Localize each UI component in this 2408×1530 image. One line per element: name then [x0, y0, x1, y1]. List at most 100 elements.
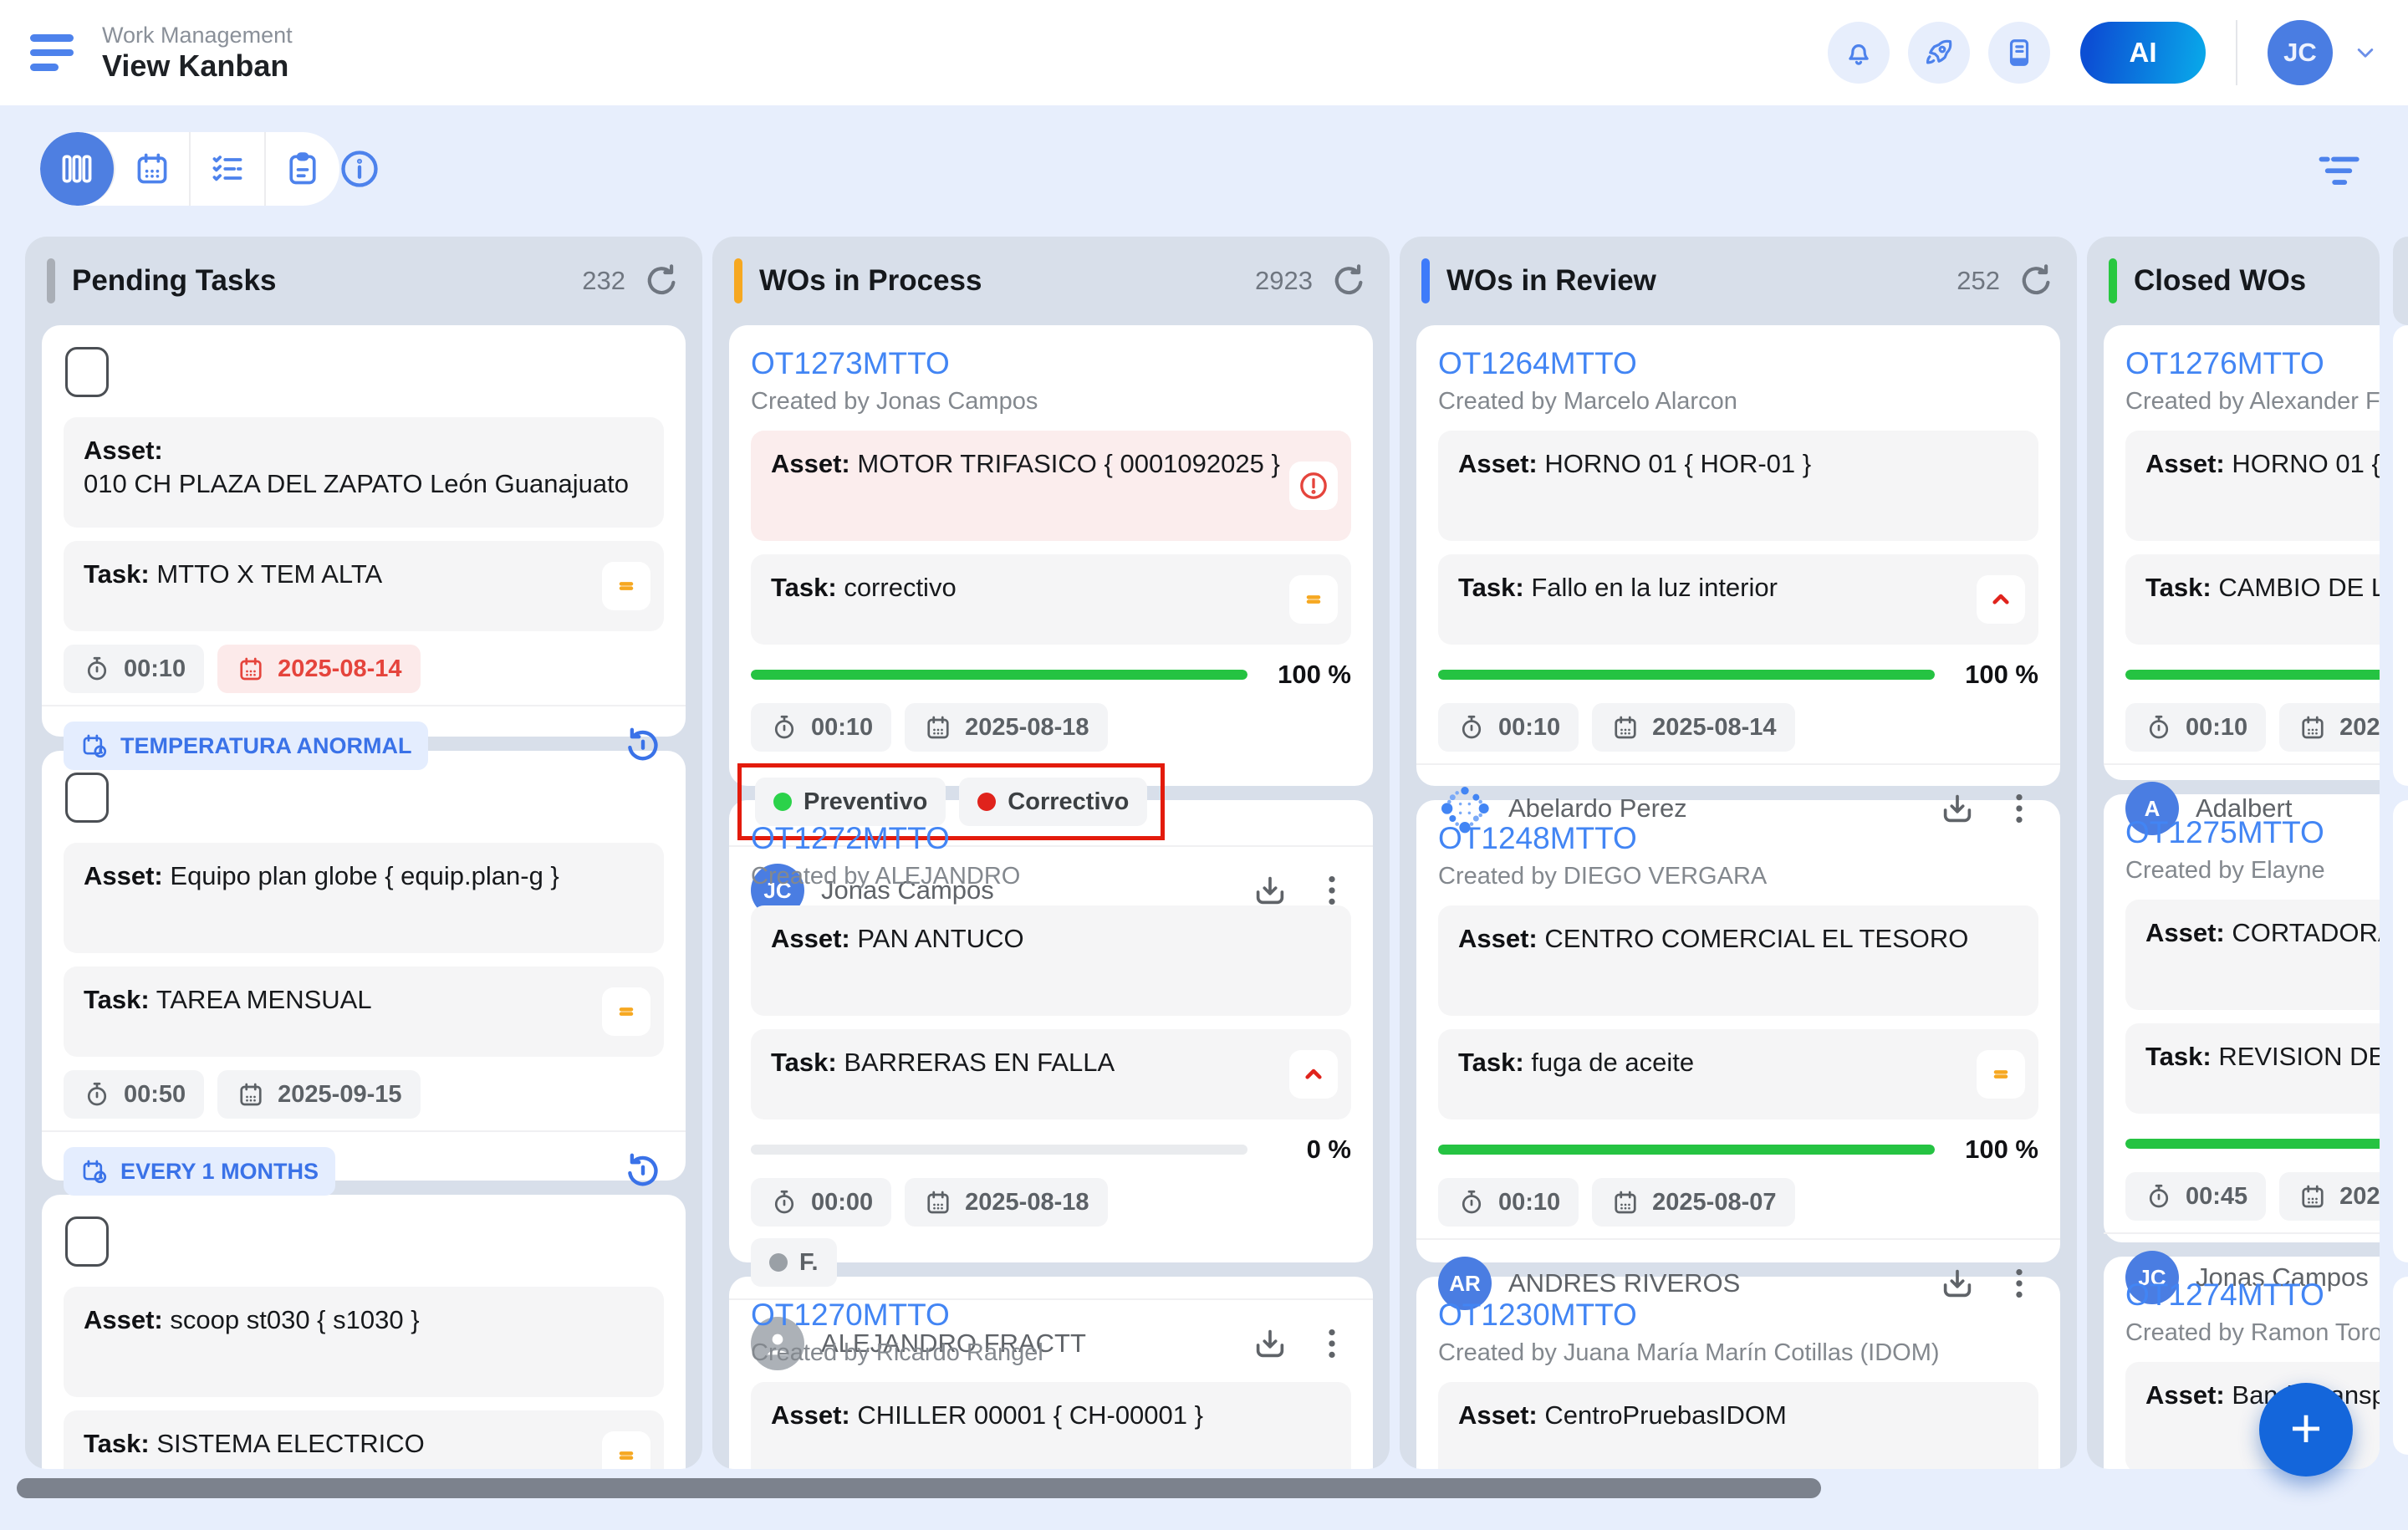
workorder-link[interactable]: OT1273MTTO — [751, 345, 1351, 382]
workorder-link[interactable]: OT1274MTTO — [2125, 1277, 2380, 1313]
asset-value: 010 CH PLAZA DEL ZAPATO León Guanajuato — [84, 469, 629, 498]
workorder-card[interactable]: OT1264MTTO Created by Marcelo Alarcon As… — [1416, 325, 2060, 786]
priority-medium-icon — [602, 987, 650, 1036]
asset-field: Asset: CENTRO COMERCIAL EL TESORO — [1438, 905, 2038, 1016]
horizontal-scrollbar[interactable] — [17, 1478, 1821, 1498]
workorder-card[interactable]: OT1273MTTO Created by Jonas Campos Asset… — [729, 325, 1373, 786]
history-icon — [622, 725, 664, 767]
info-icon — [338, 147, 381, 191]
kanban-board: Pending Tasks 232 Asset: 010 CH PLAZA DE… — [0, 237, 2408, 1469]
history-button[interactable] — [622, 1150, 664, 1192]
gray-dot-icon — [769, 1253, 788, 1272]
notifications-button[interactable] — [1828, 22, 1890, 84]
calendar-clock-icon — [80, 732, 109, 760]
workorder-link[interactable]: OT1270MTTO — [751, 1297, 1351, 1334]
asset-value: scoop st030 { s1030 } — [170, 1305, 419, 1334]
tab-list-view[interactable] — [191, 132, 266, 206]
asset-value: HORNO 01 { HOR-01 } — [1544, 449, 1811, 478]
created-by: Created by Alexander Fuente — [2125, 385, 2380, 417]
chevron-down-icon — [2351, 38, 2380, 67]
tab-calendar-view[interactable] — [115, 132, 191, 206]
created-by: Created by Ricardo Rangel — [751, 1337, 1351, 1369]
page-heading: Work Management View Kanban — [102, 22, 293, 84]
add-workorder-fab[interactable]: + — [2259, 1383, 2353, 1476]
task-field: Task: Fallo en la luz interior — [1438, 554, 2038, 645]
task-checkbox[interactable] — [65, 1216, 109, 1267]
refresh-button[interactable] — [642, 262, 681, 300]
workorder-link[interactable]: OT1264MTTO — [1438, 345, 2038, 382]
tab-worksheet-view[interactable] — [266, 132, 339, 206]
refresh-icon — [642, 262, 681, 300]
info-button[interactable] — [338, 147, 381, 191]
created-by: Created by Jonas Campos — [751, 385, 1351, 417]
workorder-card[interactable]: OT1276MTTO Created by Alexander Fuente A… — [2104, 325, 2380, 780]
tab-kanban-view[interactable] — [40, 132, 115, 206]
task-value: Fallo en la luz interior — [1531, 573, 1778, 602]
workorder-link[interactable]: OT1248MTTO — [1438, 820, 2038, 857]
view-switcher — [40, 132, 339, 206]
hamburger-menu-icon[interactable] — [30, 34, 79, 71]
notes-button[interactable] — [1988, 22, 2050, 84]
progress-value: 100 % — [1269, 660, 1351, 690]
column-title: Pending Tasks — [72, 264, 276, 298]
priority-medium-icon — [1977, 1050, 2025, 1099]
divider — [2236, 20, 2237, 85]
column-closed-wos: Closed WOs OT1276MTTO Created by Alexand… — [2087, 237, 2380, 1469]
workorder-card[interactable]: OT1248MTTO Created by DIEGO VERGARA Asse… — [1416, 800, 2060, 1262]
stopwatch-icon — [1457, 712, 1487, 742]
card-footer: EVERY 1 MONTHS — [42, 1130, 686, 1196]
due-date-chip: 2025-08-14 — [217, 645, 420, 693]
workorder-link[interactable]: OT1276MTTO — [2125, 345, 2380, 382]
asset-value: CORTADORA DE C — [2232, 918, 2380, 947]
due-date-chip: 2025-08-18 — [905, 1178, 1107, 1227]
column-header: Pending Tasks 232 — [25, 237, 702, 325]
duration-chip: 00:45 — [2125, 1172, 2266, 1221]
task-card[interactable]: Asset: 010 CH PLAZA DEL ZAPATO León Guan… — [42, 325, 686, 737]
calendar-icon — [236, 1079, 266, 1109]
duration-chip: 00:50 — [64, 1070, 204, 1119]
filter-button[interactable] — [2314, 147, 2363, 196]
refresh-button[interactable] — [1329, 262, 1368, 300]
stopwatch-icon — [2144, 712, 2174, 742]
refresh-button[interactable] — [2017, 262, 2055, 300]
workorder-link[interactable]: OT1272MTTO — [751, 820, 1351, 857]
task-card[interactable]: Asset: scoop st030 { s1030 } Task: SISTE… — [42, 1195, 686, 1469]
ai-assistant-button[interactable]: AI — [2080, 22, 2206, 84]
created-by: Created by DIEGO VERGARA — [1438, 860, 2038, 892]
progress: 100 % — [2125, 660, 2380, 690]
trigger-label: EVERY 1 MONTHS — [120, 1159, 319, 1185]
user-menu-button[interactable] — [2351, 38, 2380, 67]
workorder-link[interactable]: OT1230MTTO — [1438, 1297, 2038, 1334]
stopwatch-icon — [769, 712, 799, 742]
progress: 100 % — [1438, 660, 2038, 690]
due-date-chip: 2025-08-07 — [1592, 1178, 1794, 1227]
next-column-peek — [2393, 237, 2408, 1469]
workorder-card[interactable]: OT1230MTTO Created by Juana María Marín … — [1416, 1277, 2060, 1469]
launcher-button[interactable] — [1908, 22, 1970, 84]
task-field: Task: MTTO X TEM ALTA — [64, 541, 664, 631]
breadcrumb: Work Management — [102, 22, 293, 48]
page-title: View Kanban — [102, 48, 293, 84]
due-date-chip: 2025-08-18 — [905, 703, 1107, 752]
workorder-card[interactable]: OT1270MTTO Created by Ricardo Rangel Ass… — [729, 1277, 1373, 1469]
workorder-card[interactable]: OT1272MTTO Created by ALEJANDRO Asset: P… — [729, 800, 1373, 1262]
plus-icon: + — [2290, 1400, 2323, 1456]
workorder-link[interactable]: OT1275MTTO — [2125, 814, 2380, 851]
asset-value: HORNO 01 { HOR-01 } — [2232, 449, 2380, 478]
asset-field: Asset: CentroPruebasIDOM — [1438, 1382, 2038, 1469]
task-checkbox[interactable] — [65, 347, 109, 397]
due-date-chip: 2025-08-14 — [1592, 703, 1794, 752]
asset-field: Asset: CHILLER 00001 { CH-00001 } — [751, 1382, 1351, 1469]
workorder-card[interactable]: OT1275MTTO Created by Elayne Asset: CORT… — [2104, 794, 2380, 1242]
column-accent-bar — [734, 258, 742, 303]
task-checkbox[interactable] — [65, 773, 109, 823]
asset-value: MOTOR TRIFASICO { 0001092025 } — [857, 449, 1279, 478]
history-button[interactable] — [622, 725, 664, 767]
user-avatar[interactable]: JC — [2268, 20, 2333, 85]
task-value: correctivo — [844, 573, 956, 602]
task-card[interactable]: Asset: Equipo plan globe { equip.plan-g … — [42, 751, 686, 1181]
task-value: BARRERAS EN FALLA — [844, 1048, 1115, 1077]
duration-chip: 00:00 — [751, 1178, 891, 1227]
asset-field: Asset: scoop st030 { s1030 } — [64, 1287, 664, 1397]
priority-high-icon — [1289, 1050, 1338, 1099]
